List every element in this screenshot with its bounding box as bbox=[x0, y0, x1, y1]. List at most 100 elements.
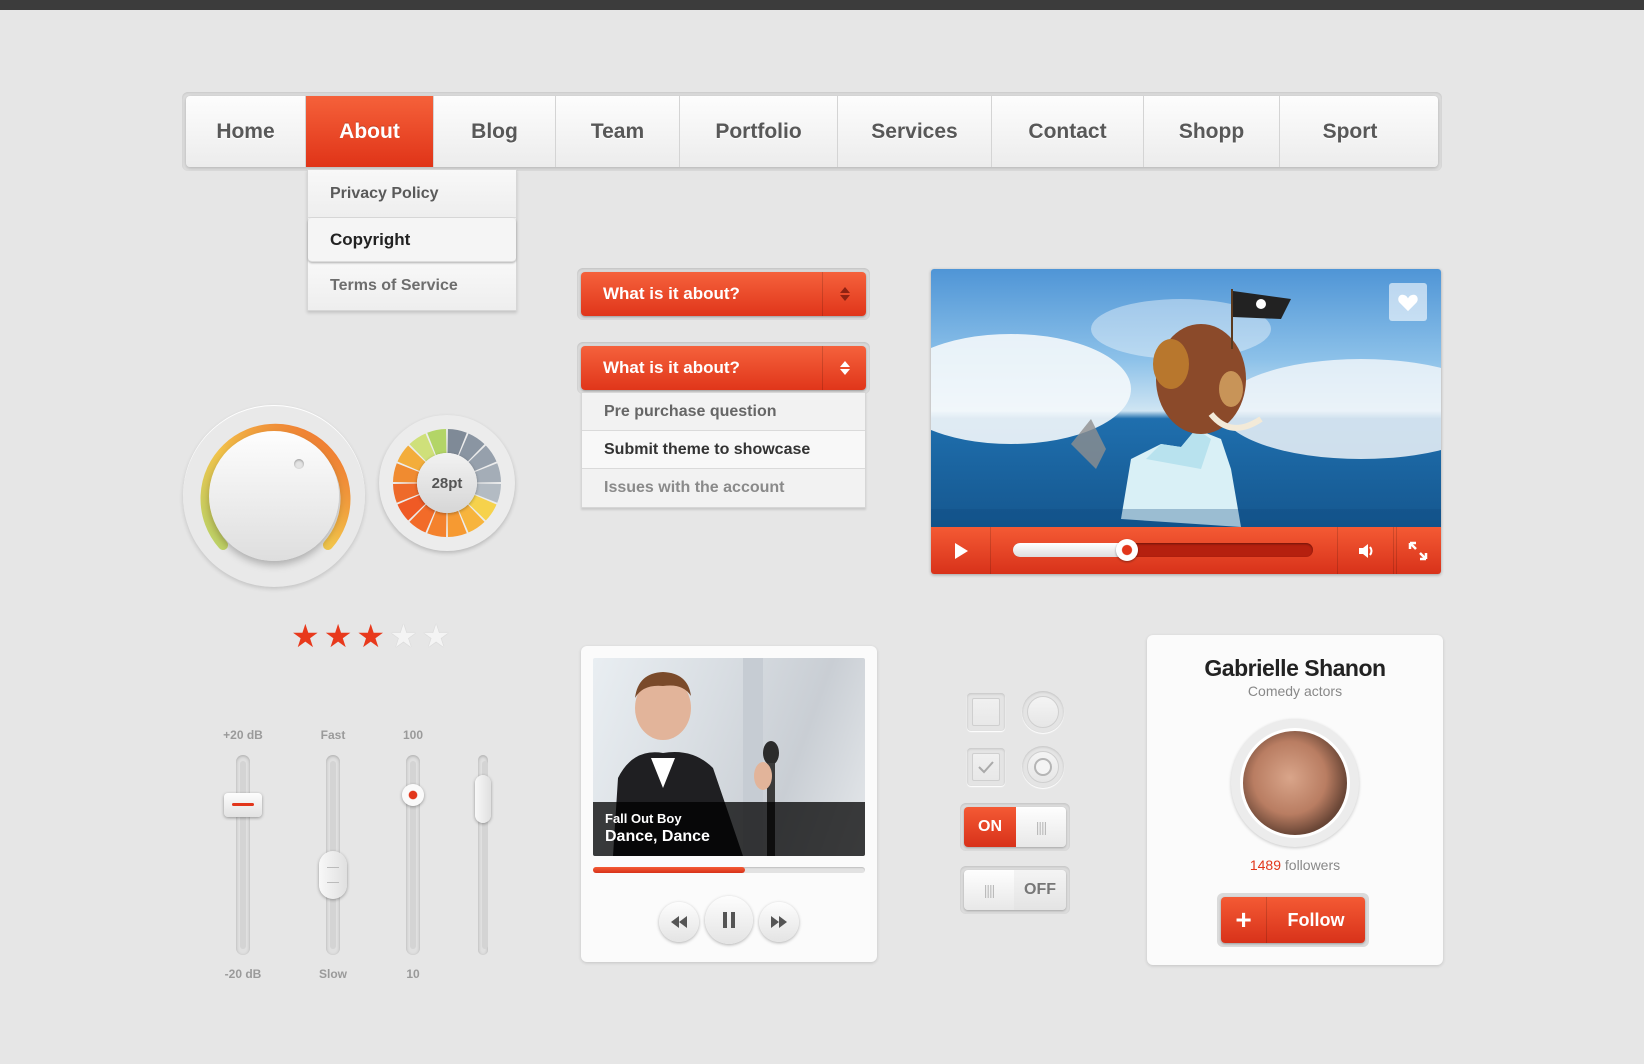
nav-item-portfolio[interactable]: Portfolio bbox=[680, 96, 838, 167]
toggle-off[interactable]: |||| OFF bbox=[960, 866, 1070, 914]
avatar[interactable] bbox=[1231, 719, 1359, 847]
speed-slider-handle[interactable] bbox=[319, 851, 347, 899]
slider-max-label: Fast bbox=[320, 728, 346, 742]
select-option[interactable]: Submit theme to showcase bbox=[582, 431, 865, 469]
track-caption: Fall Out Boy Dance, Dance bbox=[593, 802, 865, 856]
followers-label: followers bbox=[1284, 857, 1341, 873]
track-progress-fill bbox=[593, 867, 746, 873]
toggle-handle[interactable]: |||| bbox=[964, 870, 1014, 910]
select-arrows-icon bbox=[822, 346, 866, 390]
pause-button[interactable] bbox=[705, 896, 753, 944]
top-window-bar bbox=[0, 0, 1644, 10]
select-options-list: Pre purchase question Submit theme to sho… bbox=[581, 392, 866, 508]
fullscreen-icon bbox=[1408, 541, 1427, 560]
toggle-handle[interactable]: |||| bbox=[1016, 807, 1066, 847]
checkmark-icon bbox=[978, 761, 994, 774]
slider-min-label: 10 bbox=[406, 967, 420, 981]
radio-selected[interactable] bbox=[1022, 746, 1064, 788]
value-slider-handle[interactable] bbox=[402, 784, 424, 806]
music-player: Fall Out Boy Dance, Dance bbox=[581, 646, 877, 962]
checkbox-box bbox=[972, 753, 1000, 781]
radio-circle bbox=[1027, 696, 1059, 728]
track-name: Dance, Dance bbox=[605, 828, 710, 845]
nav-item-home[interactable]: Home bbox=[186, 96, 306, 167]
nav-item-blog[interactable]: Blog bbox=[434, 96, 556, 167]
font-size-gauge[interactable]: 28pt bbox=[379, 415, 515, 551]
video-seek-bar[interactable] bbox=[1013, 539, 1313, 561]
select-closed-label: What is it about? bbox=[603, 284, 740, 303]
star-filled-icon[interactable]: ★ bbox=[356, 620, 385, 652]
nav-item-about[interactable]: About bbox=[306, 96, 434, 167]
track-progress-bar[interactable] bbox=[593, 867, 865, 873]
heart-icon bbox=[1398, 294, 1418, 312]
nav-item-contact[interactable]: Contact bbox=[992, 96, 1144, 167]
select-arrows-icon bbox=[822, 272, 866, 316]
select-open-label: What is it about? bbox=[603, 358, 740, 377]
volume-button[interactable] bbox=[1337, 527, 1397, 574]
play-icon bbox=[954, 542, 968, 559]
profile-role: Comedy actors bbox=[1247, 683, 1343, 699]
main-navigation: Home About Blog Team Portfolio Services Contac… bbox=[182, 92, 1442, 171]
select-option[interactable]: Issues with the account bbox=[582, 469, 865, 507]
dropdown-item-copyright[interactable]: Copyright bbox=[308, 218, 516, 262]
video-frame[interactable] bbox=[931, 269, 1441, 527]
slider-min-label: Slow bbox=[318, 967, 347, 981]
star-empty-icon[interactable]: ★ bbox=[389, 620, 418, 652]
star-rating[interactable]: ★ ★ ★ ★ ★ bbox=[291, 620, 450, 652]
star-filled-icon[interactable]: ★ bbox=[324, 620, 353, 652]
knob-indicator bbox=[294, 459, 304, 469]
fullscreen-button[interactable] bbox=[1393, 527, 1441, 574]
star-filled-icon[interactable]: ★ bbox=[291, 620, 320, 652]
toggle-on[interactable]: ON |||| bbox=[960, 803, 1070, 851]
follow-button[interactable]: + Follow bbox=[1217, 893, 1369, 947]
video-seek-fill bbox=[1013, 543, 1127, 557]
select-closed-button[interactable]: What is it about? bbox=[581, 272, 866, 316]
fast-forward-button[interactable] bbox=[759, 902, 799, 942]
video-seek-handle[interactable] bbox=[1116, 539, 1138, 561]
checkbox-box bbox=[972, 698, 1000, 726]
checkbox-unchecked[interactable] bbox=[967, 693, 1005, 731]
nav-item-shopp[interactable]: Shopp bbox=[1144, 96, 1280, 167]
volume-icon bbox=[1359, 543, 1373, 558]
followers-number: 1489 bbox=[1249, 857, 1281, 873]
slider-min-label: -20 dB bbox=[224, 967, 262, 981]
slider-track[interactable] bbox=[236, 755, 250, 955]
slider-handle-mark bbox=[232, 803, 254, 806]
profile-name: Gabrielle Shanon bbox=[1204, 655, 1386, 681]
select-closed[interactable]: What is it about? bbox=[577, 268, 870, 320]
eq-slider-handle[interactable] bbox=[224, 793, 262, 817]
dropdown-item-terms-of-service[interactable]: Terms of Service bbox=[308, 262, 516, 310]
slim-slider-handle[interactable] bbox=[475, 775, 491, 823]
select-option[interactable]: Pre purchase question bbox=[582, 393, 865, 431]
slider-max-label: 100 bbox=[402, 728, 424, 742]
dropdown-item-privacy-policy[interactable]: Privacy Policy bbox=[308, 170, 516, 218]
gauge-value-label: 28pt bbox=[417, 453, 477, 513]
slider-max-label: +20 dB bbox=[223, 728, 263, 742]
play-button[interactable] bbox=[931, 527, 991, 574]
nav-item-sport[interactable]: Sport bbox=[1280, 96, 1420, 167]
radio-unselected[interactable] bbox=[1022, 691, 1064, 733]
artist-name: Fall Out Boy bbox=[605, 811, 682, 826]
toggle-on-label: ON bbox=[964, 807, 1016, 847]
radio-dot bbox=[1034, 758, 1052, 776]
profile-card: Gabrielle Shanon Comedy actors 1489 foll… bbox=[1147, 635, 1443, 965]
nav-bar: Home About Blog Team Portfolio Services Contac… bbox=[186, 96, 1438, 167]
video-scene-image bbox=[931, 289, 1441, 527]
nav-item-services[interactable]: Services bbox=[838, 96, 992, 167]
volume-knob[interactable] bbox=[183, 405, 365, 587]
checkbox-checked[interactable] bbox=[967, 748, 1005, 786]
knob-dial[interactable] bbox=[209, 431, 339, 561]
select-open-button[interactable]: What is it about? bbox=[581, 346, 866, 390]
slider-grip bbox=[327, 867, 339, 883]
video-controls bbox=[931, 527, 1441, 574]
toggle-off-label: OFF bbox=[1014, 870, 1066, 910]
rewind-icon bbox=[671, 916, 687, 928]
favorite-button[interactable] bbox=[1389, 283, 1427, 321]
video-player bbox=[931, 269, 1441, 574]
star-empty-icon[interactable]: ★ bbox=[422, 620, 451, 652]
nav-item-team[interactable]: Team bbox=[556, 96, 680, 167]
about-dropdown-menu: Privacy Policy Copyright Terms of Service bbox=[307, 169, 517, 311]
radio-circle bbox=[1027, 751, 1059, 783]
select-open[interactable]: What is it about? bbox=[577, 342, 870, 394]
rewind-button[interactable] bbox=[659, 902, 699, 942]
